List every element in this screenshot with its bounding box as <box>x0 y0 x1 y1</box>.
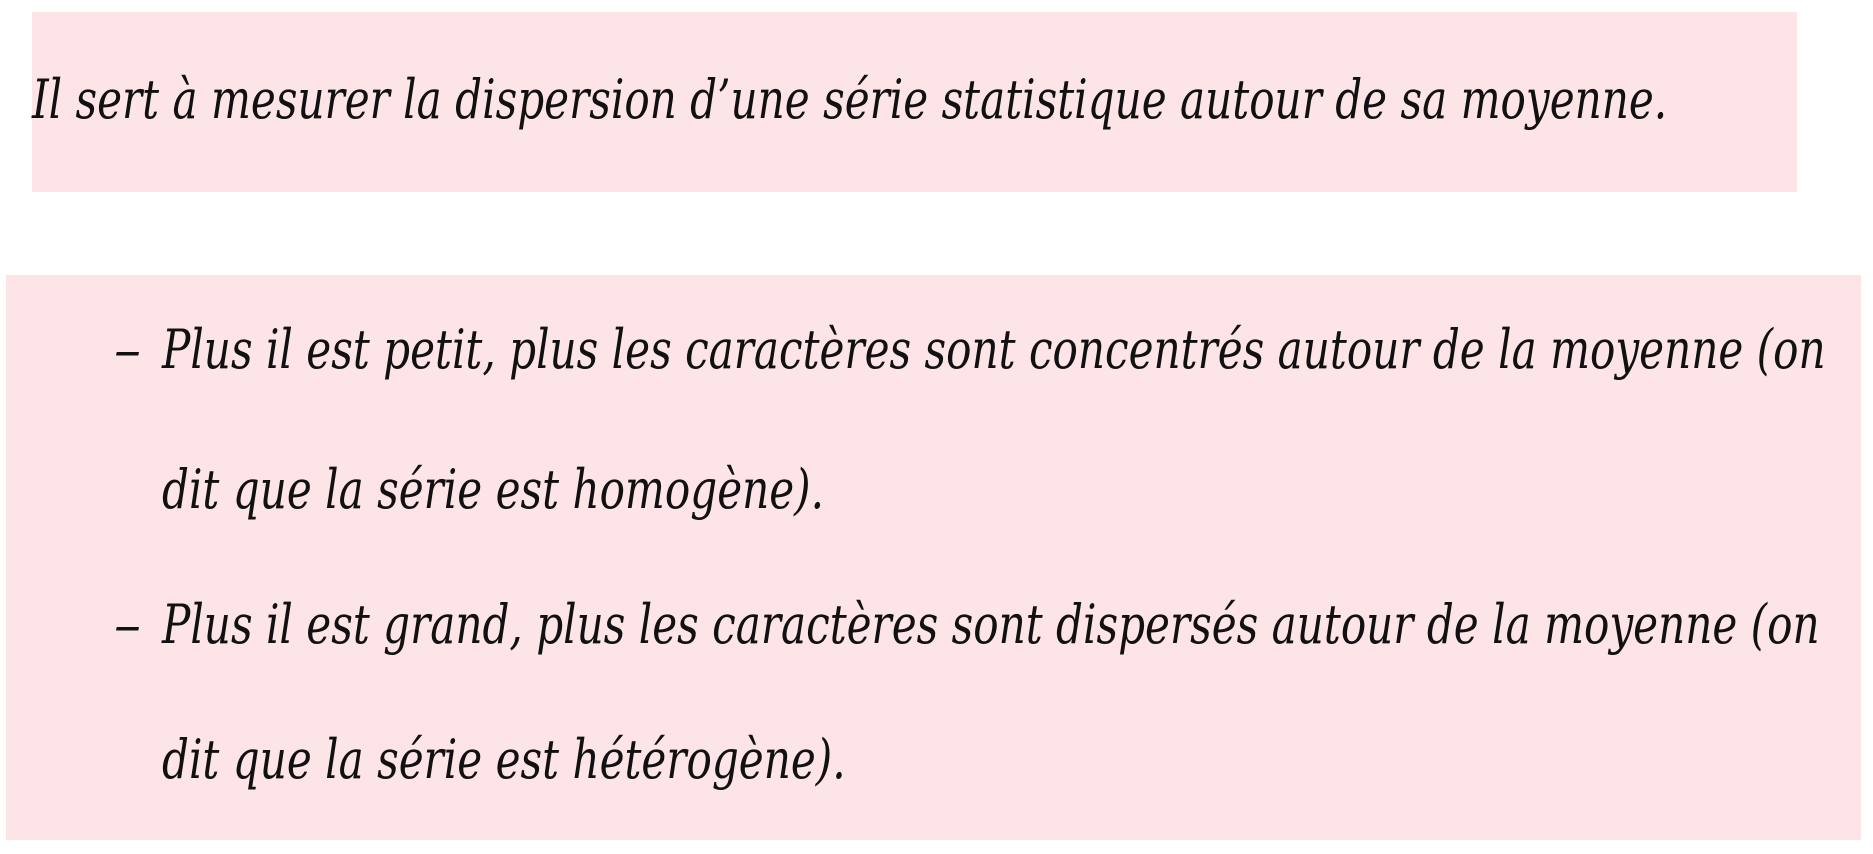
list-item-line: Plus il est petit, plus les caractères s… <box>162 318 1826 381</box>
definition-box: Il sert à mesurer la dispersion d’une sé… <box>32 12 1797 192</box>
list-item-line: dit que la série est hétérogène). <box>162 728 846 791</box>
list-item-line: dit que la série est homogène). <box>162 458 825 521</box>
list-bullet: – <box>114 318 141 381</box>
list-item-line: Plus il est grand, plus les caractères s… <box>162 593 1820 656</box>
list-bullet: – <box>114 593 141 656</box>
properties-box: – Plus il est petit, plus les caractères… <box>6 275 1861 840</box>
definition-text: Il sert à mesurer la dispersion d’une sé… <box>32 68 1668 131</box>
